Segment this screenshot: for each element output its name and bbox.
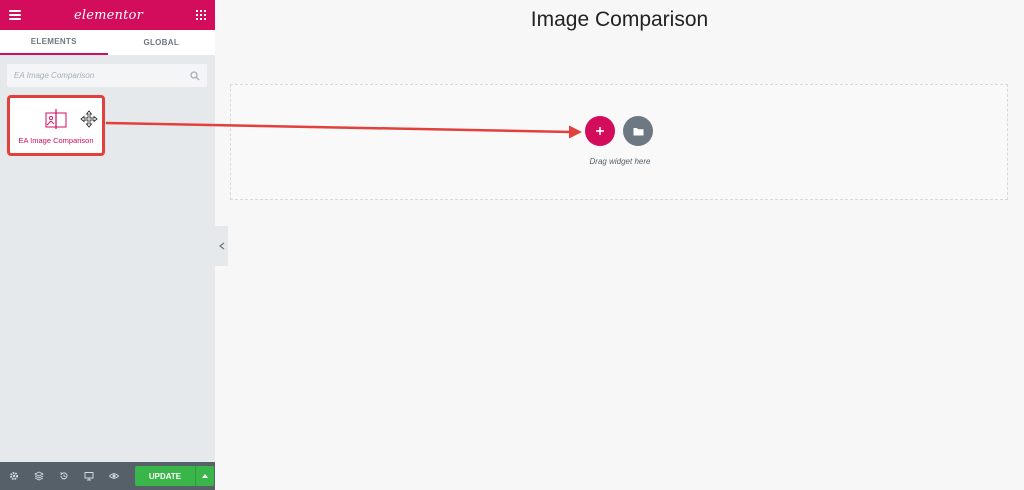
elementor-panel: elementor ELEMENTS GLOBAL EA Image Compa… [0,0,215,490]
folder-icon [633,127,643,135]
chevron-up-icon [202,474,208,478]
add-template-button[interactable] [623,116,653,146]
plus-icon [596,127,604,135]
panel-collapse-toggle[interactable] [215,226,228,266]
search-box [7,64,207,87]
update-button[interactable]: UPDATE [135,466,195,486]
tab-global[interactable]: GLOBAL [107,30,215,55]
tab-elements[interactable]: ELEMENTS [0,30,108,55]
layers-icon[interactable] [32,470,45,483]
page-title: Image Comparison [530,8,709,31]
settings-icon[interactable] [7,470,20,483]
widget-ea-image-comparison[interactable]: EA Image Comparison [7,95,105,156]
history-icon[interactable] [57,470,70,483]
elementor-logo: elementor [73,7,143,23]
add-section-button[interactable] [585,116,615,146]
image-comparison-icon [45,109,67,129]
widgets-grid-icon[interactable] [195,10,206,20]
search-input[interactable] [14,71,190,80]
preview-icon[interactable] [107,470,120,483]
update-options-button[interactable] [195,466,214,486]
panel-header: elementor [0,0,215,30]
menu-icon[interactable] [9,10,21,20]
panel-tabs: ELEMENTS GLOBAL [0,30,215,55]
panel-footer: UPDATE [0,462,215,490]
chevron-left-icon [218,242,224,250]
responsive-icon[interactable] [82,470,95,483]
move-icon[interactable] [80,110,98,128]
search-icon [190,70,200,80]
drop-zone-hint: Drag widget here [589,157,651,166]
widget-label: EA Image Comparison [18,136,94,145]
widget-drop-zone[interactable] [230,84,1008,200]
